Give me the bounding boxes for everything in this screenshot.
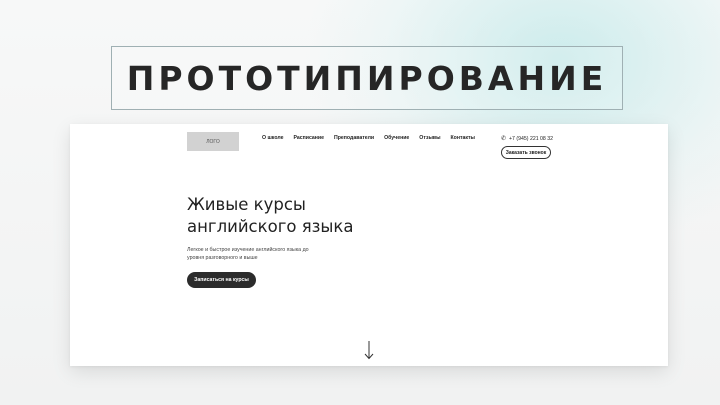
arrow-down-icon[interactable] (362, 340, 376, 360)
phone-number: +7 (945) 221 08 32 (509, 135, 554, 142)
nav-item-about[interactable]: О школе (262, 135, 283, 141)
main-nav: О школе Расписание Преподаватели Обучени… (262, 135, 485, 141)
slide-title: ПРОТОТИПИРОВАНИЕ (126, 58, 608, 98)
logo-label: ЛОГО (206, 138, 220, 145)
nav-item-schedule[interactable]: Расписание (293, 135, 324, 141)
phone-contact[interactable]: ✆ +7 (945) 221 08 32 (501, 135, 554, 143)
hero-title-line2: английского языка (187, 217, 354, 236)
nav-item-contacts[interactable]: Контакты (451, 135, 475, 141)
hero-title: Живые курсы английского языка (187, 194, 354, 238)
website-prototype: ЛОГО О школе Расписание Преподаватели Об… (70, 124, 668, 366)
hero-title-line1: Живые курсы (187, 195, 306, 214)
slide-title-frame: ПРОТОТИПИРОВАНИЕ (111, 46, 623, 110)
signup-button[interactable]: Записаться на курсы (187, 272, 256, 288)
signup-button-label: Записаться на курсы (194, 277, 249, 283)
hero-subtitle: Легкое и быстрое изучение английского яз… (187, 247, 309, 261)
nav-item-teachers[interactable]: Преподаватели (334, 135, 374, 141)
phone-icon: ✆ (501, 136, 507, 142)
callback-button-label: Заказать звонок (505, 149, 547, 156)
nav-item-reviews[interactable]: Отзывы (419, 135, 440, 141)
logo-placeholder[interactable]: ЛОГО (187, 132, 239, 151)
nav-item-learning[interactable]: Обучение (384, 135, 409, 141)
callback-button[interactable]: Заказать звонок (501, 146, 551, 159)
